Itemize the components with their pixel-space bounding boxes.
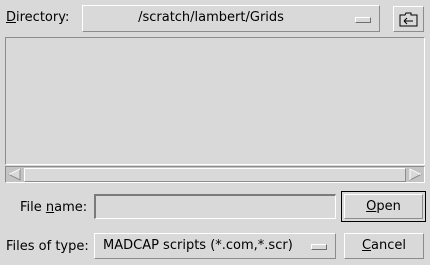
file-type-selected: MADCAP scripts (*.com,*.scr)	[103, 238, 293, 253]
scrollbar-thumb[interactable]	[24, 168, 406, 182]
parent-directory-button[interactable]	[393, 6, 424, 32]
horizontal-scrollbar[interactable]	[5, 166, 425, 183]
file-list[interactable]	[5, 37, 425, 165]
directory-label: Directory:	[6, 10, 69, 25]
scroll-left-arrow-icon[interactable]	[7, 168, 22, 181]
cancel-button-hotkey: C	[361, 238, 372, 253]
directory-label-text: irectory:	[16, 10, 70, 25]
open-button-hotkey: O	[366, 199, 377, 214]
file-name-label-hotkey: n	[45, 200, 55, 215]
file-name-label-pre: File	[20, 200, 46, 215]
folder-up-icon	[399, 12, 418, 27]
open-button-text: pen	[376, 199, 401, 214]
directory-path: /scratch/lambert/Grids	[138, 10, 284, 25]
file-name-label-post: ame:	[54, 200, 88, 215]
dropdown-indicator-icon	[311, 244, 327, 250]
file-type-label: Files of type:	[6, 239, 89, 254]
open-button[interactable]: Open	[344, 194, 423, 219]
file-dialog: { "directory": { "label_hotkey": "D", "l…	[0, 0, 430, 265]
cancel-button-text: ancel	[371, 238, 407, 253]
file-name-label: File name:	[20, 200, 87, 215]
cancel-button[interactable]: Cancel	[344, 233, 424, 259]
file-name-input[interactable]	[94, 194, 336, 219]
file-type-combo[interactable]: MADCAP scripts (*.com,*.scr)	[94, 233, 336, 259]
open-button-default-frame: Open	[341, 191, 426, 222]
directory-label-hotkey: D	[6, 10, 17, 25]
dropdown-indicator-icon	[355, 17, 371, 23]
scroll-right-arrow-icon[interactable]	[408, 168, 423, 181]
directory-combo[interactable]: /scratch/lambert/Grids	[82, 5, 380, 32]
